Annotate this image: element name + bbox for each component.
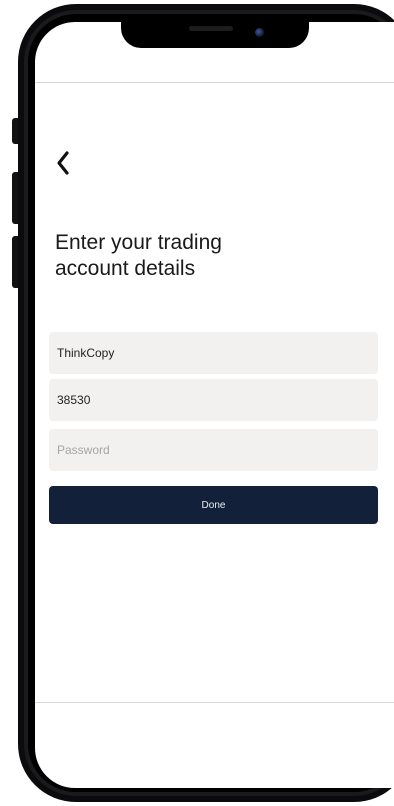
chevron-left-icon [57,151,69,175]
mute-switch [12,118,18,144]
back-button[interactable] [55,150,79,180]
header-divider [35,82,394,83]
footer-divider [35,702,394,703]
account-number-field[interactable] [49,379,378,421]
volume-up-button [12,172,18,224]
page-title-line-1: Enter your trading [55,231,222,254]
page-title-line-2: account details [55,257,196,280]
notch [121,22,309,48]
volume-down-button [12,236,18,288]
front-camera-icon [255,28,264,37]
server-field[interactable] [49,332,378,374]
page-title: Enter your trading account details [55,230,355,282]
done-button[interactable]: Done [49,486,378,524]
password-field[interactable] [49,429,378,471]
phone-screen: Enter your trading account details Done [35,22,394,788]
speaker-grille [189,26,233,31]
app-stage: Enter your trading account details Done [0,0,394,806]
